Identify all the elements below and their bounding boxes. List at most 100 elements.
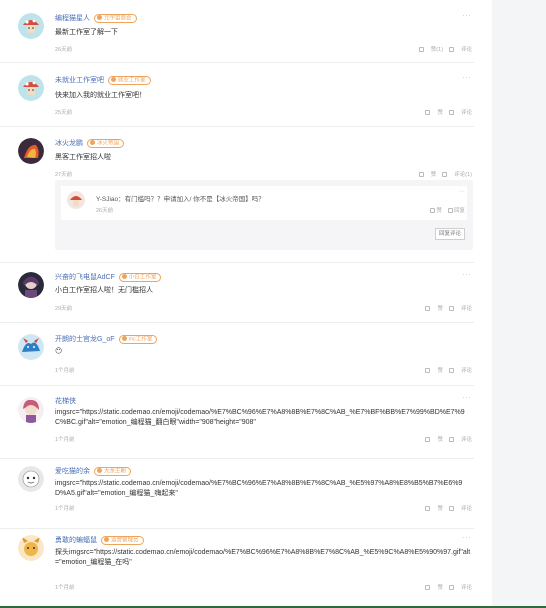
comment-panel: 编程猫星人 元宇宙商会 ··· 最新工作室了解一下 26天前 赞(1) 评论 未就业… <box>0 0 492 606</box>
badge-icon <box>111 76 116 82</box>
reply-button[interactable]: 评论 <box>448 585 472 591</box>
avatar[interactable] <box>18 75 44 101</box>
comment-time: 29天前 <box>55 306 73 312</box>
avatar[interactable] <box>18 397 44 423</box>
comment-time: 26天前 <box>55 47 73 53</box>
reply-button[interactable]: 评论 <box>448 506 472 512</box>
reply-label[interactable]: 评论 <box>461 585 472 591</box>
avatar[interactable] <box>18 535 44 561</box>
reply-label[interactable]: 评论 <box>461 506 472 512</box>
studio-badge[interactable]: 元宇宙商会 <box>94 13 137 23</box>
comment-item: 编程猫星人 元宇宙商会 ··· 最新工作室了解一下 26天前 赞(1) 评论 <box>0 0 474 63</box>
avatar[interactable] <box>18 13 44 39</box>
reply-button[interactable]: 评论(1) <box>442 172 472 178</box>
like-button[interactable]: 赞 <box>425 585 443 591</box>
user-name-label[interactable]: 开朗的士官龙G_oF <box>55 336 115 343</box>
user-name[interactable]: 开朗的士官龙G_oF mc工作室 <box>55 334 158 344</box>
like-label[interactable]: 赞 <box>437 437 443 443</box>
user-name-label[interactable]: 冰火龙鹏 <box>55 140 83 147</box>
reply-label[interactable]: 回复 <box>454 208 465 214</box>
user-name-label[interactable]: 花梯侠 <box>55 398 76 405</box>
user-name[interactable]: 编程猫星人 元宇宙商会 <box>55 13 137 23</box>
reply-label[interactable]: 评论 <box>461 306 472 312</box>
like-label[interactable]: 赞 <box>437 368 443 374</box>
like-label[interactable]: 赞(1) <box>431 47 443 53</box>
like-button[interactable]: 赞 <box>425 306 443 312</box>
user-name-label[interactable]: 兴奋的飞电鼠AdCF <box>55 274 115 281</box>
reply-button[interactable]: 评论 <box>448 47 472 53</box>
like-button[interactable]: 赞 <box>425 437 443 443</box>
reply-button[interactable]: 评论 <box>448 306 472 312</box>
reply-label[interactable]: 评论 <box>461 368 472 374</box>
comment-icon <box>448 47 454 52</box>
user-name[interactable]: 勇敢的蝙蝠鼠 运营管理员 <box>55 535 144 545</box>
avatar[interactable] <box>18 334 44 360</box>
studio-badge[interactable]: 大余王朝 <box>94 466 132 476</box>
like-label[interactable]: 赞 <box>437 110 443 116</box>
like-label[interactable]: 赞 <box>437 506 443 512</box>
like-label[interactable]: 赞 <box>437 306 443 312</box>
comment-item: 爱吃猫的余 大余王朝 imgsrc="https://static.codemao… <box>0 458 474 529</box>
user-name[interactable]: 冰火龙鹏 冰火帝国 <box>55 138 125 148</box>
reply-label[interactable]: 评论 <box>461 437 472 443</box>
badge-icon <box>121 273 127 279</box>
like-button[interactable]: 赞(1) <box>418 47 443 53</box>
more-options-icon[interactable]: ··· <box>462 11 472 20</box>
like-button[interactable]: 赞 <box>425 110 443 116</box>
user-name[interactable]: 未就业工作室吧 就业工作室 <box>55 75 151 85</box>
more-options-icon[interactable]: ··· <box>462 270 472 279</box>
user-name[interactable]: 花梯侠 <box>55 396 76 406</box>
comment-time: 1个月前 <box>55 368 75 374</box>
reply-button[interactable]: 评论 <box>448 110 472 116</box>
like-label[interactable]: 赞 <box>437 585 443 591</box>
more-options-icon[interactable]: ··· <box>462 533 472 542</box>
like-button[interactable]: 赞 <box>430 208 442 214</box>
comment-text: 最新工作室了解一下 <box>55 29 118 36</box>
comment-time: 1个月前 <box>55 437 75 443</box>
badge-icon <box>104 536 109 542</box>
studio-badge[interactable]: 运营管理员 <box>101 535 144 545</box>
like-label[interactable]: 赞 <box>436 208 442 214</box>
more-options-icon[interactable]: ··· <box>462 393 472 402</box>
reply-label[interactable]: 评论 <box>461 47 472 53</box>
comment-item: 花梯侠 ··· imgsrc="https://static.codemao.c… <box>0 385 474 459</box>
studio-badge[interactable]: 小白工作室 <box>118 272 162 282</box>
comment-actions: 赞(1) 评论 <box>413 45 472 53</box>
reply-button[interactable]: 评论 <box>448 437 472 443</box>
thumb-up-icon <box>425 110 431 115</box>
thumb-up-icon <box>425 437 431 442</box>
badge-label: 就业工作室 <box>118 77 146 83</box>
sub-reply-text: Y-SJiao：有门槛吗？？申请加入/ 你不是【冰火帝国】吗？ <box>96 196 265 203</box>
comment-text: 小白工作室招人啦！无门槛招人 <box>55 287 153 294</box>
user-name-label[interactable]: 编程猫星人 <box>55 15 90 22</box>
avatar[interactable] <box>18 272 44 298</box>
like-button[interactable]: 赞 <box>418 172 437 178</box>
badge-icon <box>90 139 95 145</box>
badge-label: 大余王朝 <box>104 468 127 474</box>
thumb-up-icon <box>425 585 431 590</box>
avatar[interactable] <box>18 466 44 492</box>
like-button[interactable]: 赞 <box>425 506 443 512</box>
thumb-up-icon <box>425 506 431 511</box>
user-name-label[interactable]: 爱吃猫的余 <box>55 468 90 475</box>
user-name-label[interactable]: 勇敢的蝙蝠鼠 <box>55 537 97 544</box>
more-options-icon[interactable]: ··· <box>458 188 465 195</box>
user-name[interactable]: 兴奋的飞电鼠AdCF 小白工作室 <box>55 272 162 282</box>
like-label[interactable]: 赞 <box>431 172 437 178</box>
badge-label: 运营管理员 <box>111 537 139 543</box>
user-name[interactable]: 爱吃猫的余 大余王朝 <box>55 466 132 476</box>
avatar[interactable] <box>67 191 85 209</box>
reply-button[interactable]: 评论 <box>448 368 472 374</box>
studio-badge[interactable]: mc工作室 <box>118 334 158 344</box>
more-options-icon[interactable]: ··· <box>462 73 472 82</box>
reply-label[interactable]: 评论 <box>461 110 472 116</box>
user-name-label[interactable]: 未就业工作室吧 <box>55 77 104 84</box>
avatar[interactable] <box>18 138 44 164</box>
like-button[interactable]: 赞 <box>425 368 443 374</box>
studio-badge[interactable]: 冰火帝国 <box>87 138 125 148</box>
reply-label[interactable]: 评论(1) <box>454 172 472 178</box>
reply-button[interactable]: 回复 <box>447 208 465 214</box>
studio-badge[interactable]: 就业工作室 <box>108 75 151 85</box>
comment-actions: 赞 评论 <box>419 583 472 591</box>
reply-comment-button[interactable]: 回复评论 <box>434 228 465 240</box>
